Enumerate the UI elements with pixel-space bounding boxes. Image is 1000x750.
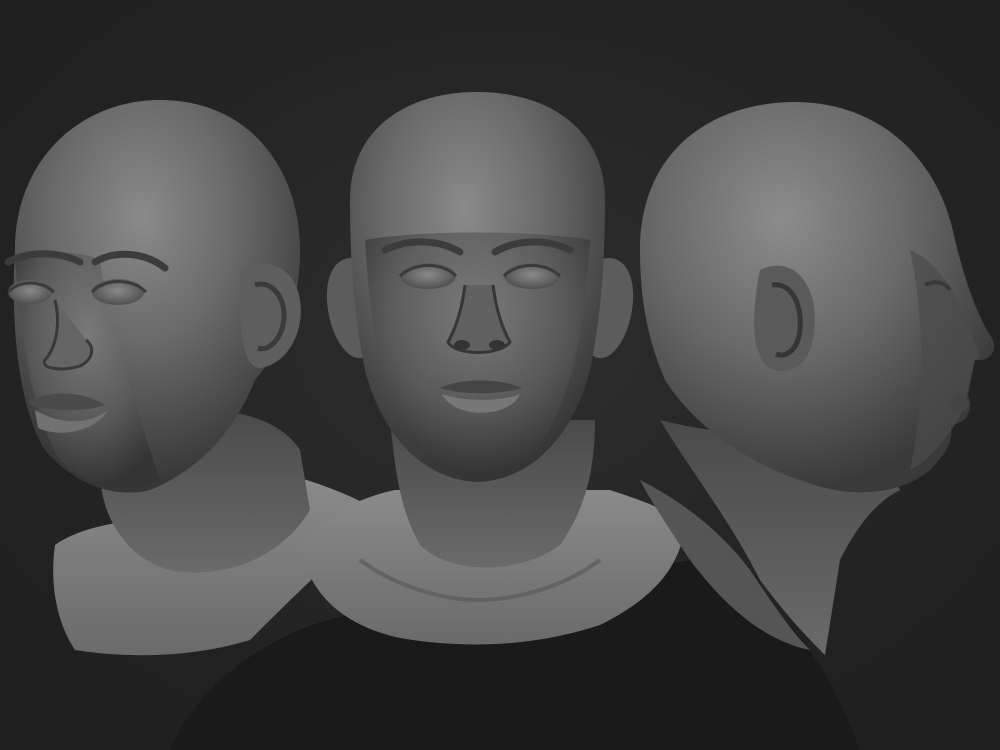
sculpt-render-svg	[0, 0, 1000, 750]
center-nostril-right	[489, 340, 505, 350]
center-nostril-left	[454, 340, 470, 350]
sculpt-render-canvas	[0, 0, 1000, 750]
